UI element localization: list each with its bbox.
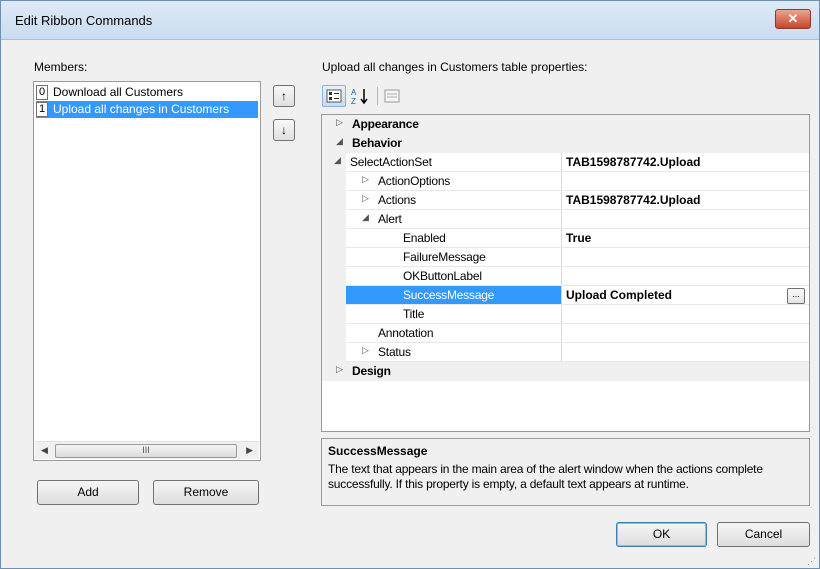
property-row[interactable]: OKButtonLabel bbox=[322, 267, 809, 286]
property-name: SelectActionSet bbox=[350, 155, 432, 169]
ok-button[interactable]: OK bbox=[616, 522, 707, 547]
row-gutter bbox=[322, 248, 346, 267]
property-value[interactable] bbox=[561, 267, 809, 285]
resize-grip-icon[interactable]: ⋰ bbox=[807, 556, 817, 566]
scroll-thumb[interactable]: III bbox=[55, 444, 237, 458]
property-name: Enabled bbox=[403, 231, 446, 245]
member-label: Upload all changes in Customers bbox=[53, 102, 230, 116]
title-bar: Edit Ribbon Commands ✕ bbox=[1, 1, 819, 40]
property-grid[interactable]: ▷ Appearance ◢ Behavior ◢ SelectActionSet TAB1… bbox=[321, 114, 810, 432]
expand-icon[interactable]: ▷ bbox=[362, 345, 369, 356]
property-category-row[interactable]: ▷ Design bbox=[322, 362, 809, 381]
property-name: Behavior bbox=[352, 136, 402, 150]
property-name: Status bbox=[378, 345, 411, 359]
member-list-item[interactable]: 0 Download all Customers bbox=[36, 84, 258, 101]
close-button[interactable]: ✕ bbox=[775, 9, 811, 29]
arrow-down-icon: ↓ bbox=[281, 123, 287, 137]
sort-alphabetical-icon: A Z bbox=[351, 88, 368, 106]
move-down-button[interactable]: ↓ bbox=[273, 119, 295, 141]
property-name: SuccessMessage bbox=[346, 286, 561, 304]
row-gutter bbox=[322, 324, 346, 343]
members-list[interactable]: 0 Download all Customers 1 Upload all chang… bbox=[33, 81, 261, 461]
property-name: Design bbox=[352, 364, 391, 378]
collapse-icon[interactable]: ◢ bbox=[334, 155, 341, 166]
remove-button[interactable]: Remove bbox=[153, 480, 259, 505]
scroll-left-icon[interactable]: ◀ bbox=[41, 445, 48, 456]
svg-text:Z: Z bbox=[351, 97, 356, 106]
dialog-title: Edit Ribbon Commands bbox=[15, 13, 153, 28]
expand-icon[interactable]: ▷ bbox=[336, 364, 343, 375]
property-row[interactable]: ▷ Status bbox=[322, 343, 809, 362]
property-row[interactable]: FailureMessage bbox=[322, 248, 809, 267]
row-gutter bbox=[322, 286, 346, 305]
categorized-view-button[interactable] bbox=[322, 85, 346, 107]
description-text: The text that appears in the main area o… bbox=[328, 462, 763, 491]
expand-icon[interactable]: ▷ bbox=[336, 117, 343, 128]
property-row[interactable]: ◢ Alert bbox=[322, 210, 809, 229]
property-name: Annotation bbox=[378, 326, 434, 340]
property-row[interactable]: SuccessMessage Upload Completed... bbox=[322, 286, 809, 305]
property-value[interactable]: True bbox=[561, 229, 809, 247]
property-category-row[interactable]: ▷ Appearance bbox=[322, 115, 809, 134]
property-row[interactable]: ▷ Actions TAB1598787742.Upload bbox=[322, 191, 809, 210]
row-gutter bbox=[322, 343, 346, 362]
property-row[interactable]: Annotation bbox=[322, 324, 809, 343]
edit-ribbon-commands-dialog: Edit Ribbon Commands ✕ Members: 0 Downloa… bbox=[0, 0, 820, 569]
property-name: Appearance bbox=[352, 117, 419, 131]
property-value[interactable]: TAB1598787742.Upload bbox=[561, 191, 809, 209]
expand-icon[interactable]: ▷ bbox=[362, 174, 369, 185]
property-value[interactable] bbox=[561, 172, 809, 190]
toolbar-separator bbox=[377, 87, 378, 105]
property-name: FailureMessage bbox=[403, 250, 486, 264]
members-horizontal-scrollbar[interactable]: ◀ III ▶ bbox=[35, 441, 259, 459]
member-index: 0 bbox=[36, 85, 48, 101]
cancel-button[interactable]: Cancel bbox=[717, 522, 810, 547]
row-gutter bbox=[322, 267, 346, 286]
ellipsis-button[interactable]: ... bbox=[787, 288, 805, 304]
property-row[interactable]: Title bbox=[322, 305, 809, 324]
property-name: Alert bbox=[378, 212, 402, 226]
member-index: 1 bbox=[36, 102, 48, 118]
property-pages-icon bbox=[384, 89, 400, 103]
property-row[interactable]: ◢ SelectActionSet TAB1598787742.Upload bbox=[322, 153, 809, 172]
property-value[interactable] bbox=[561, 305, 809, 323]
property-value[interactable] bbox=[561, 248, 809, 266]
property-name: Title bbox=[403, 307, 425, 321]
property-description-panel: SuccessMessage The text that appears in … bbox=[321, 438, 810, 506]
member-label: Download all Customers bbox=[53, 85, 184, 99]
property-name: Actions bbox=[378, 193, 416, 207]
members-label: Members: bbox=[34, 60, 88, 74]
property-value[interactable] bbox=[561, 324, 809, 342]
move-up-button[interactable]: ↑ bbox=[273, 85, 295, 107]
property-category-row[interactable]: ◢ Behavior bbox=[322, 134, 809, 153]
row-gutter bbox=[322, 305, 346, 324]
svg-text:A: A bbox=[351, 88, 357, 97]
row-gutter bbox=[322, 172, 346, 191]
property-value[interactable] bbox=[561, 210, 809, 228]
collapse-icon[interactable]: ◢ bbox=[362, 212, 369, 223]
property-name: OKButtonLabel bbox=[403, 269, 482, 283]
categorized-icon bbox=[326, 89, 342, 103]
property-value[interactable]: TAB1598787742.Upload bbox=[561, 153, 809, 171]
row-gutter bbox=[322, 210, 346, 229]
alphabetical-view-button[interactable]: A Z bbox=[349, 85, 373, 107]
property-value[interactable]: Upload Completed bbox=[561, 286, 809, 304]
description-title: SuccessMessage bbox=[328, 444, 428, 458]
property-pages-button[interactable] bbox=[381, 85, 405, 107]
row-gutter bbox=[322, 229, 346, 248]
property-value[interactable] bbox=[561, 343, 809, 361]
property-row[interactable]: Enabled True bbox=[322, 229, 809, 248]
row-gutter bbox=[322, 191, 346, 210]
scroll-right-icon[interactable]: ▶ bbox=[246, 445, 253, 456]
properties-header: Upload all changes in Customers table pr… bbox=[322, 60, 588, 74]
expand-icon[interactable]: ▷ bbox=[362, 193, 369, 204]
property-name: ActionOptions bbox=[378, 174, 451, 188]
collapse-icon[interactable]: ◢ bbox=[336, 136, 343, 147]
member-list-item[interactable]: 1 Upload all changes in Customers bbox=[36, 101, 258, 118]
add-button[interactable]: Add bbox=[37, 480, 139, 505]
arrow-up-icon: ↑ bbox=[281, 89, 287, 103]
property-row[interactable]: ▷ ActionOptions bbox=[322, 172, 809, 191]
